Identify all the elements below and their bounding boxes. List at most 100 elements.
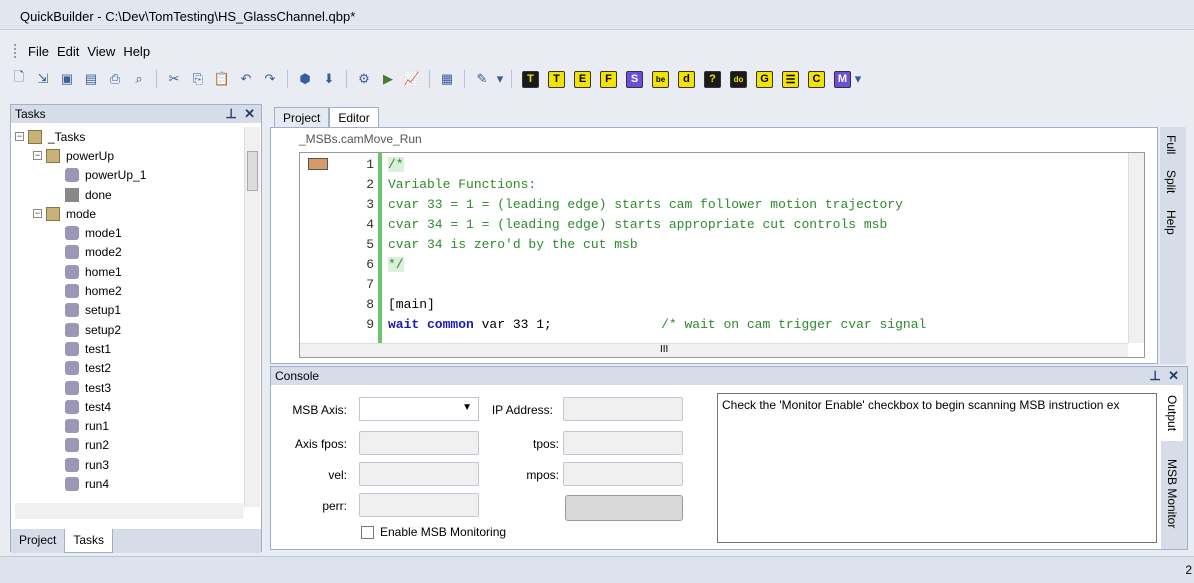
vel-field[interactable] bbox=[359, 462, 479, 486]
tree-node[interactable]: test3 bbox=[15, 378, 243, 397]
save-icon[interactable]: ▣ bbox=[56, 68, 78, 90]
ip-address-field[interactable] bbox=[563, 397, 683, 421]
code-line[interactable]: cvar 34 = 1 = (leading edge) starts appr… bbox=[388, 215, 1128, 235]
instruction-tool-0[interactable]: T bbox=[522, 70, 539, 88]
tree-node[interactable]: test2 bbox=[15, 359, 243, 378]
instruction-tool-6[interactable]: d bbox=[678, 70, 695, 88]
mpos-field[interactable] bbox=[563, 462, 683, 486]
tree-node[interactable]: run1 bbox=[15, 416, 243, 435]
msb-axis-dropdown[interactable]: ▼ bbox=[359, 397, 479, 421]
chart-icon[interactable]: 📈 bbox=[401, 68, 423, 90]
tab-tasks[interactable]: Tasks bbox=[64, 529, 114, 553]
breakpoint-marker[interactable] bbox=[308, 158, 328, 170]
menu-file[interactable]: File bbox=[28, 44, 49, 59]
code-line[interactable]: wait common var 33 1; /* wait on cam tri… bbox=[388, 315, 1128, 335]
download-icon[interactable]: ⬇ bbox=[318, 68, 340, 90]
save-all-icon[interactable]: ▤ bbox=[80, 68, 102, 90]
tree-node[interactable]: − powerUp bbox=[15, 146, 243, 165]
instruction-tool-3[interactable]: F bbox=[600, 70, 617, 88]
run-icon[interactable]: ▶ bbox=[377, 68, 399, 90]
perr-field[interactable] bbox=[359, 493, 479, 517]
tab-msb-monitor[interactable]: MSB Monitor bbox=[1161, 441, 1183, 546]
pin-icon[interactable]: ⊥ bbox=[1150, 368, 1161, 383]
code-line[interactable] bbox=[388, 275, 1128, 295]
menu-help[interactable]: Help bbox=[123, 44, 150, 59]
instruction-tool-4[interactable]: S bbox=[626, 70, 643, 88]
toolbar-overflow-icon[interactable]: ▾ bbox=[495, 68, 505, 90]
tree-node[interactable]: setup1 bbox=[15, 301, 243, 320]
instruction-tool-7[interactable]: ? bbox=[704, 70, 721, 88]
tree-node[interactable]: mode1 bbox=[15, 223, 243, 242]
tree-horizontal-scrollbar[interactable] bbox=[15, 503, 243, 519]
code-line[interactable]: Variable Functions: bbox=[388, 175, 1128, 195]
instruction-tool-5[interactable]: be bbox=[652, 70, 669, 88]
code-editor[interactable]: 1 2 3 4 5 6 7 8 9 /* Variable Functions: cvar 33 =… bbox=[299, 152, 1145, 358]
open-icon[interactable]: ⇲ bbox=[32, 68, 54, 90]
editor-file-tab[interactable]: _MSBs.camMove_Run bbox=[299, 132, 449, 152]
instruction-tool-12[interactable]: M bbox=[834, 70, 851, 88]
pin-icon[interactable]: ⊥ bbox=[226, 106, 237, 121]
tree-node[interactable]: home1 bbox=[15, 262, 243, 281]
code-line[interactable]: /* bbox=[388, 155, 1128, 175]
tree-node[interactable]: done bbox=[15, 185, 243, 204]
tree-vertical-scrollbar[interactable] bbox=[244, 127, 260, 507]
scroll-thumb[interactable] bbox=[247, 151, 258, 191]
enable-monitoring-checkbox[interactable]: Enable MSB Monitoring bbox=[361, 525, 506, 539]
undo-icon[interactable]: ↶ bbox=[235, 68, 257, 90]
instruction-tool-8[interactable]: do bbox=[730, 70, 747, 88]
paste-icon[interactable]: 📋 bbox=[211, 68, 233, 90]
tab-project-main[interactable]: Project bbox=[274, 107, 330, 129]
tab-help[interactable]: Help bbox=[1160, 202, 1182, 243]
tree-node[interactable]: − mode bbox=[15, 204, 243, 223]
menu-edit[interactable]: Edit bbox=[57, 44, 79, 59]
tpos-field[interactable] bbox=[563, 431, 683, 455]
tree-node[interactable]: − _Tasks bbox=[15, 127, 243, 146]
redo-icon[interactable]: ↷ bbox=[259, 68, 281, 90]
editor-horizontal-scrollbar[interactable]: III bbox=[300, 343, 1128, 357]
tab-split[interactable]: Split bbox=[1160, 162, 1182, 201]
menu-view[interactable]: View bbox=[87, 44, 115, 59]
instruction-tool-11[interactable]: C bbox=[808, 70, 825, 88]
expander-icon[interactable]: − bbox=[33, 209, 42, 219]
tab-full[interactable]: Full bbox=[1160, 127, 1182, 162]
code-line[interactable]: [main] bbox=[388, 295, 1128, 315]
editor-vertical-scrollbar[interactable] bbox=[1128, 153, 1144, 343]
tree-node[interactable]: run4 bbox=[15, 474, 243, 493]
tab-output[interactable]: Output bbox=[1161, 385, 1183, 442]
tree-node[interactable]: test4 bbox=[15, 397, 243, 416]
close-icon[interactable]: ✕ bbox=[1168, 368, 1179, 383]
tree-node[interactable]: run2 bbox=[15, 436, 243, 455]
instruction-tool-2[interactable]: E bbox=[574, 70, 591, 88]
tab-editor[interactable]: Editor bbox=[329, 107, 379, 129]
copy-icon[interactable]: ⎘ bbox=[187, 68, 209, 90]
tab-project[interactable]: Project bbox=[11, 529, 64, 553]
code-line[interactable]: cvar 33 = 1 = (leading edge) starts cam … bbox=[388, 195, 1128, 215]
new-file-icon[interactable]: 🗋 bbox=[8, 68, 30, 90]
tree-node[interactable]: run3 bbox=[15, 455, 243, 474]
expander-icon[interactable]: − bbox=[33, 151, 42, 161]
instruction-tool-10[interactable]: ☰ bbox=[782, 70, 799, 88]
cut-icon[interactable]: ✂ bbox=[163, 68, 185, 90]
window-icon[interactable]: ▦ bbox=[436, 68, 458, 90]
tree-node[interactable]: test1 bbox=[15, 339, 243, 358]
code-text[interactable]: /* Variable Functions: cvar 33 = 1 = (lead… bbox=[388, 155, 1128, 335]
toolbar-overflow-icon[interactable]: ▾ bbox=[853, 68, 863, 90]
edit-pencil-icon[interactable]: ✎ bbox=[471, 68, 493, 90]
tree-node[interactable]: powerUp_1 bbox=[15, 166, 243, 185]
debug-icon[interactable]: ⚙ bbox=[353, 68, 375, 90]
expander-icon[interactable]: − bbox=[15, 132, 24, 142]
code-line[interactable]: cvar 34 is zero'd by the cut msb bbox=[388, 235, 1128, 255]
tree-node[interactable]: mode2 bbox=[15, 243, 243, 262]
build-icon[interactable]: ⬢ bbox=[294, 68, 316, 90]
instruction-tool-9[interactable]: G bbox=[756, 70, 773, 88]
close-icon[interactable]: ✕ bbox=[244, 106, 255, 121]
print-icon[interactable]: ⎙ bbox=[104, 68, 126, 90]
checkbox-box[interactable] bbox=[361, 525, 374, 539]
tree-node[interactable]: setup2 bbox=[15, 320, 243, 339]
preview-icon[interactable]: ⌕ bbox=[128, 68, 150, 90]
tree-node[interactable]: home2 bbox=[15, 281, 243, 300]
axis-fpos-field[interactable] bbox=[359, 431, 479, 455]
monitor-button[interactable] bbox=[565, 495, 683, 521]
instruction-tool-1[interactable]: T bbox=[548, 70, 565, 88]
code-line[interactable]: */ bbox=[388, 255, 1128, 275]
